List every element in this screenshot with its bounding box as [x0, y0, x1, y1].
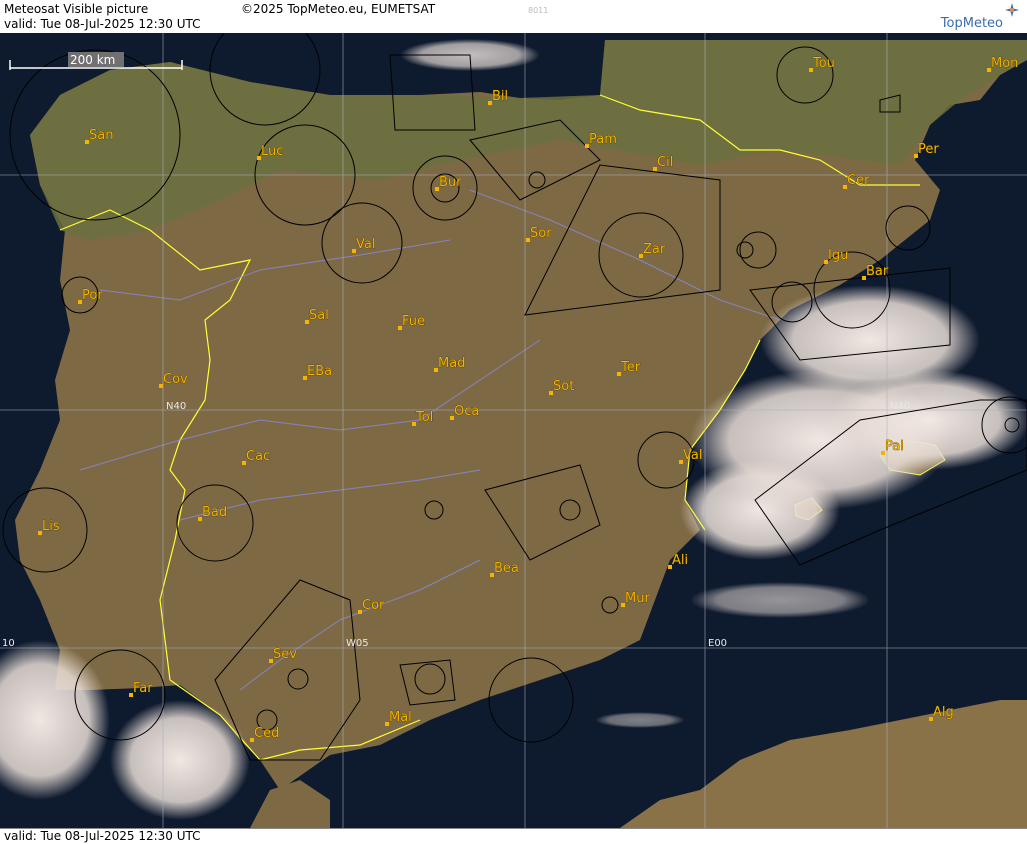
- city-label-fue: Fue: [402, 314, 425, 329]
- scale-bar-label: 200 km: [70, 53, 115, 67]
- topmeteo-logo-text: TopMeteo: [940, 16, 1003, 31]
- city-label-pam: Pam: [589, 132, 617, 147]
- city-label-bad: Bad: [202, 505, 227, 520]
- valid-time-top: valid: Tue 08-Jul-2025 12:30 UTC: [4, 17, 201, 31]
- city-label-cac: Cac: [246, 449, 270, 464]
- city-label-mon: Mon: [991, 56, 1018, 71]
- city-label-bar: Bar: [866, 264, 889, 279]
- city-label-eba: EBa: [307, 364, 332, 379]
- topmeteo-logo-icon: [1005, 2, 1019, 17]
- city-label-san: San: [89, 128, 113, 143]
- city-label-ter: Ter: [620, 360, 641, 375]
- city-label-bur: Bur: [439, 175, 462, 190]
- copyright-text: ©2025 TopMeteo.eu, EUMETSAT: [241, 2, 436, 16]
- city-label-ced: Ced: [254, 726, 279, 741]
- city-label-por: Por: [82, 288, 103, 303]
- city-label-pal: Pal: [885, 439, 904, 454]
- city-label-ali: Ali: [672, 553, 688, 568]
- footer-bar: valid: Tue 08-Jul-2025 12:30 UTC: [0, 828, 1027, 844]
- city-label-mad: Mad: [438, 356, 465, 371]
- image-code: 8011: [528, 6, 549, 15]
- city-label-mur: Mur: [625, 591, 650, 606]
- city-label-igu: Igu: [828, 248, 848, 263]
- city-label-cil: Cil: [657, 155, 673, 170]
- grid-label-w10: 10: [2, 638, 15, 649]
- city-label-cor: Cor: [362, 598, 385, 613]
- grid-label-n40-west: N40: [166, 401, 186, 412]
- city-label-mal: Mal: [389, 710, 412, 725]
- city-label-bea: Bea: [494, 561, 519, 576]
- city-label-tol: Tol: [415, 410, 433, 425]
- city-label-sal: Sal: [309, 308, 329, 323]
- grid-label-w05: W05: [346, 638, 369, 649]
- map-canvas: 200 km N40 N40 10 W05 E00 San Luc Bil Pam To…: [0, 33, 1027, 828]
- image-title: Meteosat Visible picture: [4, 2, 149, 16]
- city-label-cov: Cov: [163, 372, 188, 387]
- city-label-cer: Cer: [847, 173, 870, 188]
- city-label-bil: Bil: [492, 89, 508, 104]
- city-label-per: Per: [918, 142, 939, 157]
- grid-label-e00: E00: [708, 638, 727, 649]
- header-bar: Meteosat Visible picture ©2025 TopMeteo.…: [0, 0, 1027, 34]
- city-label-luc: Luc: [261, 144, 283, 159]
- city-label-zar: Zar: [643, 242, 666, 257]
- city-label-alg: Alg: [933, 705, 954, 720]
- valid-time-bottom: valid: Tue 08-Jul-2025 12:30 UTC: [4, 829, 201, 843]
- city-label-val: Val: [683, 448, 702, 463]
- satellite-map: 200 km N40 N40 10 W05 E00 San Luc Bil Pam To…: [0, 33, 1027, 828]
- city-label-sev: Sev: [273, 647, 297, 662]
- city-label-sot: Sot: [553, 379, 574, 394]
- city-label-val: Val: [356, 237, 375, 252]
- city-label-oca: Oca: [454, 404, 479, 419]
- city-label-tou: Tou: [812, 56, 835, 71]
- grid-label-n40-east: N40: [890, 401, 910, 412]
- city-label-lis: Lis: [42, 519, 60, 534]
- city-label-far: Far: [133, 681, 153, 696]
- city-label-sor: Sor: [530, 226, 552, 241]
